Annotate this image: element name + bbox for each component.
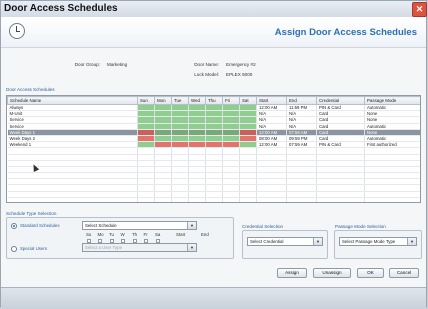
standard-schedules-label: Standard Schedules: [20, 223, 60, 228]
column-header[interactable]: Passage Mode: [364, 96, 420, 105]
lock-model-label: Lock Model:: [194, 72, 219, 77]
select-credential-value: Select Credential: [250, 239, 284, 244]
day-label: Su: [86, 232, 92, 237]
chevron-down-icon: ▼: [407, 238, 416, 245]
day-label: Mo: [97, 232, 104, 237]
door-name-label: Door Name:: [194, 62, 219, 67]
chevron-down-icon: ▼: [187, 222, 196, 229]
column-header[interactable]: Start: [256, 96, 287, 105]
special-users-radio[interactable]: [11, 246, 17, 252]
select-user-type-dropdown[interactable]: Select a User Type ▼: [82, 243, 197, 252]
close-icon[interactable]: ✕: [412, 2, 427, 17]
empty-cell: [188, 197, 206, 202]
door-name-value: Emergency #2: [226, 62, 256, 67]
empty-cell: [137, 197, 155, 202]
column-header[interactable]: Wed: [188, 96, 206, 105]
schedule-type-section-title: Schedule Type Selection: [6, 211, 57, 216]
empty-cell: [154, 197, 172, 202]
select-passage-mode-dropdown[interactable]: Select Passage Mode Type ▼: [339, 237, 417, 246]
select-user-type-value: Select a User Type: [85, 245, 123, 250]
select-schedule-dropdown[interactable]: Select Schedule ▼: [82, 221, 197, 230]
header-banner: Assign Door Access Schedules: [1, 17, 426, 48]
empty-cell: [7, 197, 138, 202]
column-header[interactable]: Sat: [239, 96, 257, 105]
unassign-button[interactable]: Unassign: [313, 268, 351, 278]
empty-cell: [364, 197, 420, 202]
empty-row: [7, 197, 420, 202]
day-label: W: [120, 232, 125, 237]
day-label: Fr: [143, 232, 148, 237]
start-label: Start: [176, 232, 186, 237]
column-header[interactable]: Thu: [205, 96, 223, 105]
column-header[interactable]: Fri: [222, 96, 240, 105]
lock-model-value: EPLEX 5000: [226, 72, 253, 77]
door-group-value: Marketing: [107, 62, 128, 67]
passage-mode-section-title: Passage Mode Selection: [335, 224, 386, 229]
empty-cell: [171, 197, 189, 202]
empty-cell: [239, 197, 257, 202]
credential-section-title: Credential Selection: [242, 224, 284, 229]
empty-cell: [205, 197, 223, 202]
empty-cell: [316, 197, 365, 202]
select-credential-dropdown[interactable]: Select Credential ▼: [247, 237, 323, 246]
page-heading: Assign Door Access Schedules: [274, 27, 417, 38]
column-header[interactable]: Sun: [137, 96, 155, 105]
end-label: End: [201, 232, 209, 237]
assign-button[interactable]: Assign: [277, 268, 307, 278]
empty-cell: [286, 197, 317, 202]
select-schedule-value: Select Schedule: [85, 223, 117, 228]
column-header[interactable]: Credential: [316, 96, 365, 105]
day-label: Th: [132, 232, 138, 237]
schedules-section-title: Door Access Schedules: [6, 87, 55, 92]
door-group-label: Door Group:: [74, 62, 100, 67]
table-header-row: Schedule Name Sun Mon Tue Wed Thu Fri Sat Start E…: [7, 96, 420, 105]
window-title: Door Access Schedules: [4, 3, 118, 14]
column-header[interactable]: Tue: [171, 96, 189, 105]
empty-cell: [222, 197, 240, 202]
cancel-button[interactable]: Cancel: [389, 268, 419, 278]
schedules-table[interactable]: Schedule Name Sun Mon Tue Wed Thu Fri Sat Start E…: [6, 95, 421, 203]
column-header[interactable]: End: [286, 96, 317, 105]
chevron-down-icon: ▼: [187, 244, 196, 251]
special-users-label: Special Users: [20, 246, 48, 251]
door-access-schedules-window: Door Access Schedules ✕ Assign Door Acce…: [0, 0, 427, 309]
clock-icon: [9, 23, 25, 39]
ok-button[interactable]: OK: [357, 268, 384, 278]
empty-cell: [256, 197, 287, 202]
day-label: Tu: [109, 232, 114, 237]
column-header[interactable]: Schedule Name: [7, 96, 138, 105]
day-label: Sa: [155, 232, 161, 237]
footer-bar: [1, 287, 426, 309]
select-passage-mode-value: Select Passage Mode Type: [342, 239, 396, 244]
column-header[interactable]: Mon: [154, 96, 172, 105]
chevron-down-icon: ▼: [313, 238, 322, 245]
schedules-grid: Schedule Name Sun Mon Tue Wed Thu Fri Sat Start E…: [7, 96, 420, 202]
title-bar: Door Access Schedules ✕: [1, 1, 427, 18]
standard-schedules-radio[interactable]: [11, 223, 17, 229]
